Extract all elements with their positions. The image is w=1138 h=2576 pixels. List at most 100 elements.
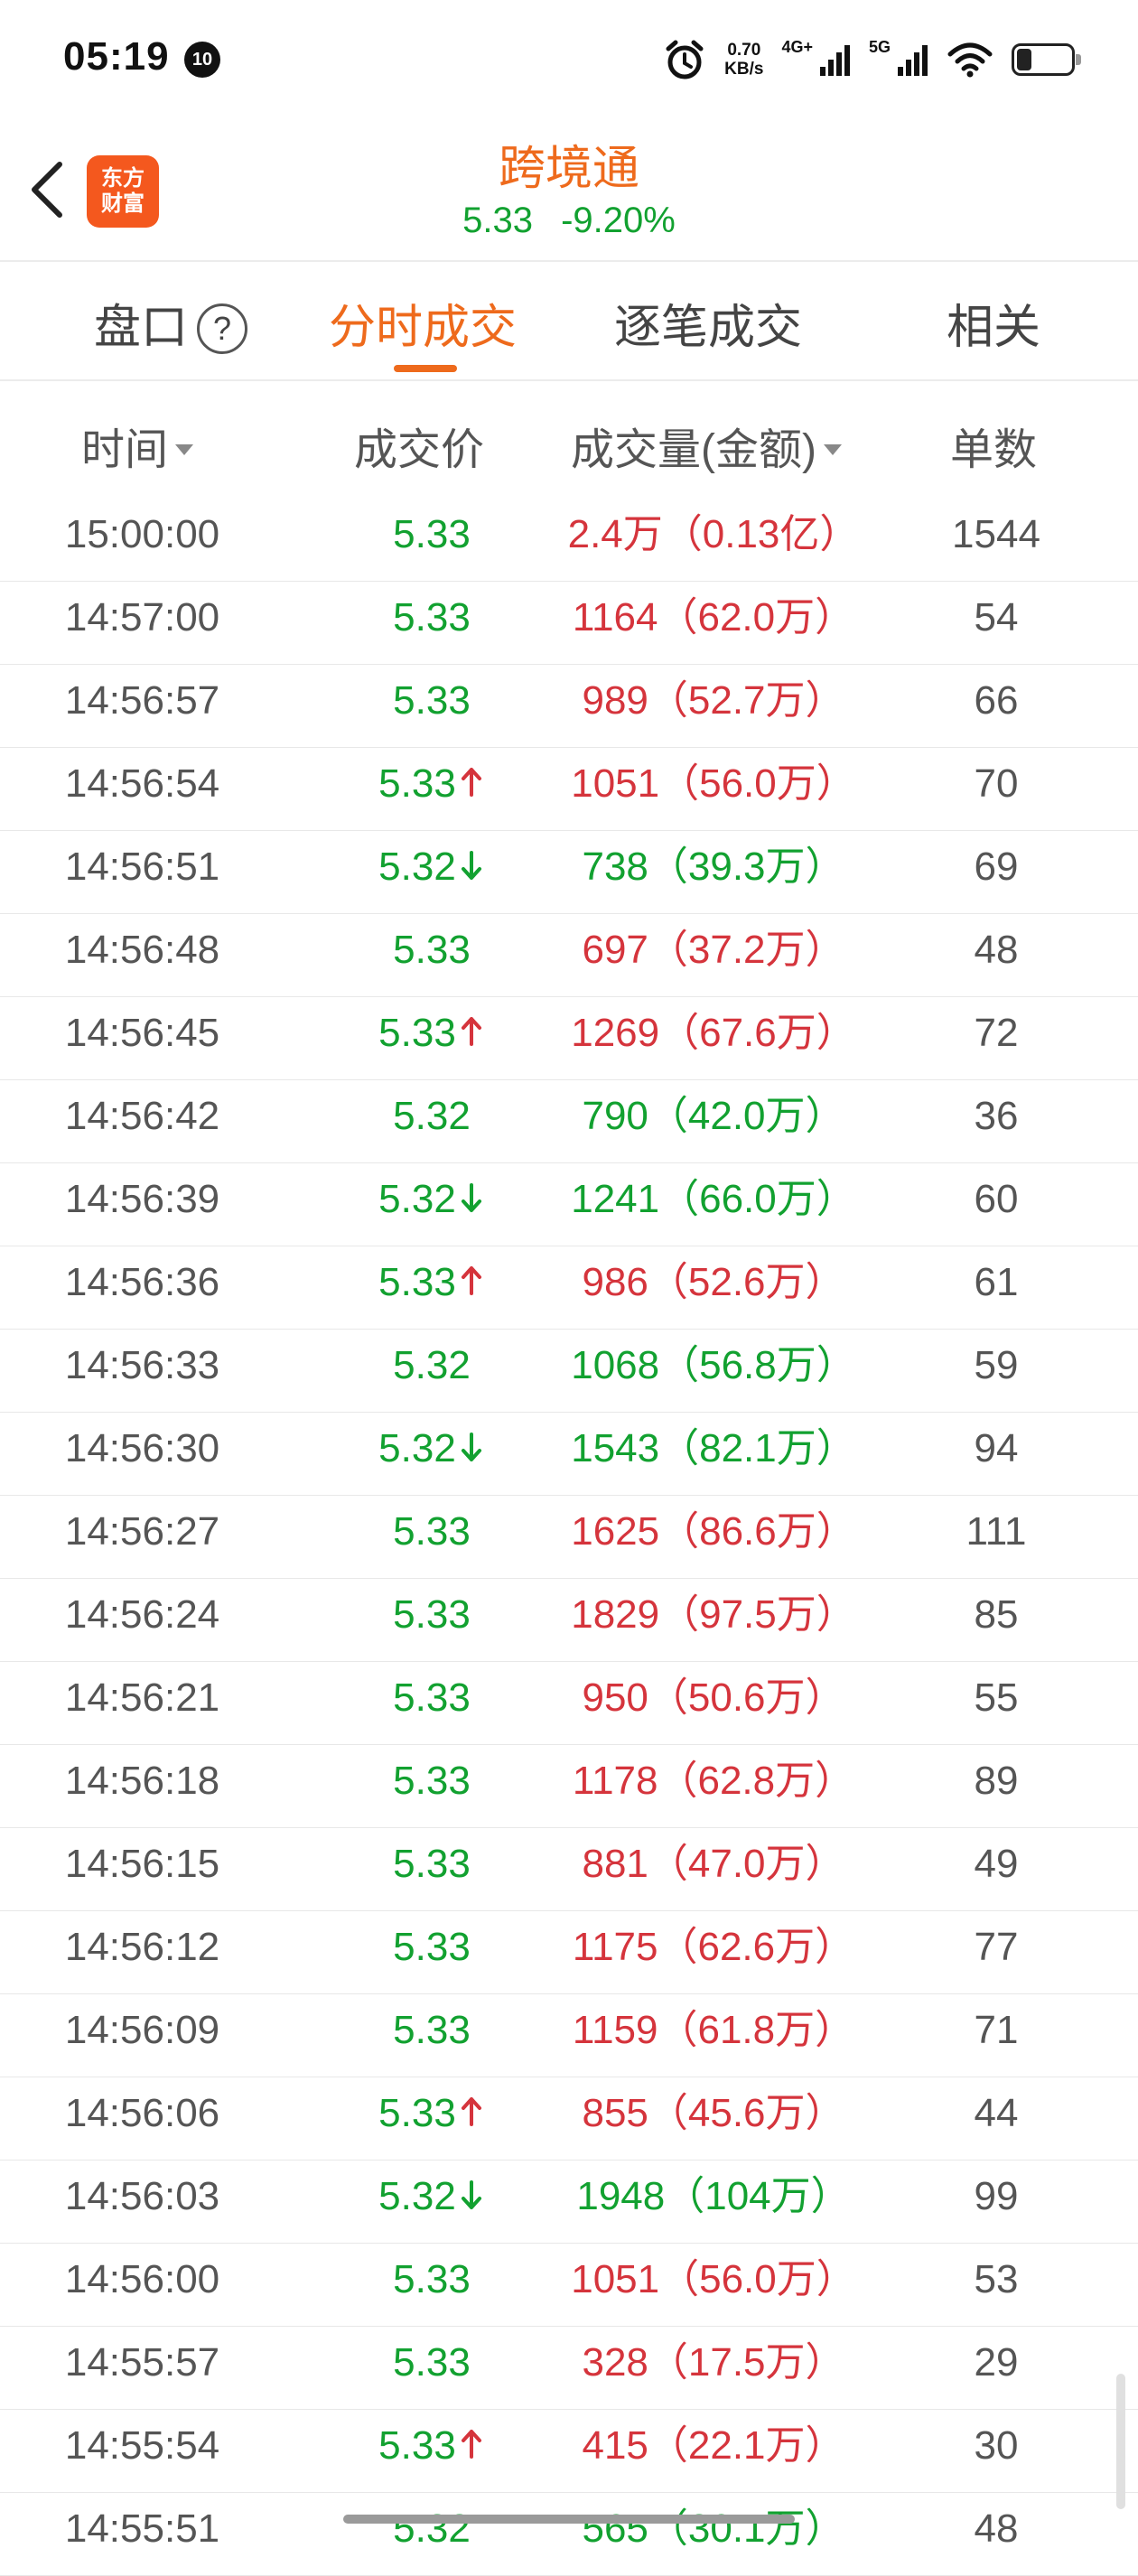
trade-time: 14:56:48 (64, 928, 220, 972)
notification-badge: 10 (184, 42, 220, 78)
trade-price: 5.33 (378, 1011, 456, 1055)
stock-price: 5.33 (462, 201, 533, 240)
trade-price-cell: 5.33 (307, 2410, 556, 2493)
table-row[interactable]: 14:56:54 5.33 1051（56.0万） 70 (0, 748, 1138, 831)
net-speed: 0.70 KB/s (724, 41, 763, 79)
table-row[interactable]: 14:56:03 5.32 1948（104万） 99 (0, 2161, 1138, 2244)
trade-count: 72 (974, 1011, 1019, 1055)
trade-volume: 1178（62.8万） (572, 1759, 855, 1803)
table-row[interactable]: 14:56:06 5.33 855（45.6万） 44 (0, 2077, 1138, 2161)
stock-change-pct: -9.20% (561, 201, 676, 240)
trade-price: 5.32 (393, 1343, 471, 1387)
table-row[interactable]: 14:56:24 5.33 1829（97.5万） 85 (0, 1579, 1138, 1662)
arrow-up-icon (461, 768, 481, 797)
table-row[interactable]: 14:56:33 5.32 1068（56.8万） 59 (0, 1330, 1138, 1413)
trade-price-cell: 5.33 (307, 997, 556, 1080)
tab-related[interactable]: 相关 (947, 289, 1040, 357)
trade-price-cell: 5.32 (307, 2161, 556, 2244)
table-row[interactable]: 14:55:54 5.33 415（22.1万） 30 (0, 2410, 1138, 2493)
table-row[interactable]: 14:56:48 5.33 697（37.2万） 48 (0, 914, 1138, 997)
tab-tick-trades[interactable]: 逐笔成交 (614, 289, 802, 357)
net-speed-value: 0.70 (727, 41, 761, 60)
trade-price-cell: 5.33 (307, 914, 556, 997)
trade-count: 61 (974, 1260, 1019, 1304)
table-row[interactable]: 14:56:21 5.33 950（50.6万） 55 (0, 1662, 1138, 1745)
trade-time: 14:56:30 (64, 1426, 220, 1470)
trade-price-cell: 5.33 (307, 1911, 556, 1994)
trade-time: 14:56:33 (64, 1343, 220, 1387)
arrow-down-icon (461, 2180, 481, 2209)
trade-price: 5.33 (378, 2423, 456, 2468)
trade-time: 14:56:06 (64, 2091, 220, 2135)
trade-volume: 415（22.1万） (582, 2423, 845, 2468)
trade-price-cell: 5.33 (307, 1745, 556, 1828)
trade-count: 54 (974, 595, 1019, 639)
tab-label: 相关 (947, 302, 1041, 354)
trade-price: 5.33 (393, 678, 471, 723)
trade-price-cell: 5.33 (307, 1828, 556, 1911)
table-row[interactable]: 14:56:00 5.33 1051（56.0万） 53 (0, 2244, 1138, 2327)
trade-volume: 1241（66.0万） (571, 1177, 856, 1221)
table-row[interactable]: 14:56:45 5.33 1269（67.6万） 72 (0, 997, 1138, 1080)
tab-label: 盘口 (94, 302, 189, 354)
active-tab-indicator (394, 365, 457, 372)
trade-count: 30 (974, 2423, 1019, 2468)
trade-count: 89 (974, 1759, 1019, 1803)
column-header-volume[interactable]: 成交量(金额) (571, 414, 842, 477)
table-row[interactable]: 14:57:00 5.33 1164（62.0万） 54 (0, 582, 1138, 665)
table-row[interactable]: 14:56:42 5.32 790（42.0万） 36 (0, 1080, 1138, 1163)
trade-time: 14:56:27 (64, 1509, 220, 1554)
trade-volume: 1159（61.8万） (572, 2008, 855, 2052)
trade-volume: 1051（56.0万） (571, 761, 856, 806)
table-row[interactable]: 14:56:51 5.32 738（39.3万） 69 (0, 831, 1138, 914)
trade-price-cell: 5.32 (307, 1163, 556, 1246)
trade-price: 5.33 (393, 1842, 471, 1886)
tab-minute-trades[interactable]: 分时成交 (329, 289, 517, 357)
trade-volume: 950（50.6万） (582, 1675, 845, 1720)
trade-price-cell: 5.33 (307, 1496, 556, 1579)
sort-caret-icon (175, 444, 194, 455)
trade-price: 5.32 (378, 1426, 456, 1470)
trade-price: 5.33 (378, 761, 456, 806)
trade-price: 5.33 (393, 2340, 471, 2385)
network-label-5g: 5G (868, 37, 891, 56)
table-row[interactable]: 14:56:39 5.32 1241（66.0万） 60 (0, 1163, 1138, 1246)
table-row[interactable]: 14:56:18 5.33 1178（62.8万） 89 (0, 1745, 1138, 1828)
trade-time: 14:55:54 (64, 2423, 220, 2468)
table-row[interactable]: 14:56:36 5.33 986（52.6万） 61 (0, 1246, 1138, 1330)
trade-price-cell: 5.32 (307, 831, 556, 914)
table-row[interactable]: 14:56:30 5.32 1543（82.1万） 94 (0, 1413, 1138, 1496)
column-header-price: 成交价 (354, 414, 484, 477)
arrow-up-icon (461, 1266, 481, 1295)
table-row[interactable]: 14:56:57 5.33 989（52.7万） 66 (0, 665, 1138, 748)
trade-time: 14:56:45 (64, 1011, 220, 1055)
network-label-4g: 4G+ (781, 37, 813, 56)
trade-price: 5.33 (378, 2091, 456, 2135)
table-row[interactable]: 14:56:12 5.33 1175（62.6万） 77 (0, 1911, 1138, 1994)
trade-count: 94 (974, 1426, 1019, 1470)
table-row[interactable]: 14:56:27 5.33 1625（86.6万） 111 (0, 1496, 1138, 1579)
trade-volume: 989（52.7万） (582, 678, 845, 723)
trade-price-cell: 5.32 (307, 2493, 556, 2576)
trade-list[interactable]: 15:00:00 5.33 2.4万（0.13亿） 1544 14:57:00 5.33 1… (0, 499, 1138, 2576)
column-header-time[interactable]: 时间 (81, 414, 194, 477)
arrow-up-icon (461, 2430, 481, 2459)
table-row[interactable]: 14:55:51 5.32 565（30.1万） 48 (0, 2493, 1138, 2576)
trade-time: 14:56:00 (64, 2257, 220, 2301)
trade-count: 77 (974, 1925, 1019, 1969)
stock-header: 东方 财富 跨境通 5.33 -9.20% (0, 119, 1138, 262)
column-label: 时间 (81, 426, 169, 474)
scrollbar[interactable] (1116, 2374, 1125, 2509)
home-indicator[interactable] (343, 2515, 795, 2524)
trade-volume: 1269（67.6万） (571, 1011, 856, 1055)
trade-price-cell: 5.33 (307, 748, 556, 831)
table-row[interactable]: 15:00:00 5.33 2.4万（0.13亿） 1544 (0, 499, 1138, 582)
trade-count: 60 (974, 1177, 1019, 1221)
stock-quote: 5.33 -9.20% (0, 201, 1138, 241)
help-icon[interactable]: ? (197, 303, 248, 354)
column-label: 成交价 (354, 426, 485, 474)
table-row[interactable]: 14:55:57 5.33 328（17.5万） 29 (0, 2327, 1138, 2410)
tab-order-book[interactable]: 盘口? (94, 289, 248, 357)
table-row[interactable]: 14:56:15 5.33 881（47.0万） 49 (0, 1828, 1138, 1911)
table-row[interactable]: 14:56:09 5.33 1159（61.8万） 71 (0, 1994, 1138, 2077)
